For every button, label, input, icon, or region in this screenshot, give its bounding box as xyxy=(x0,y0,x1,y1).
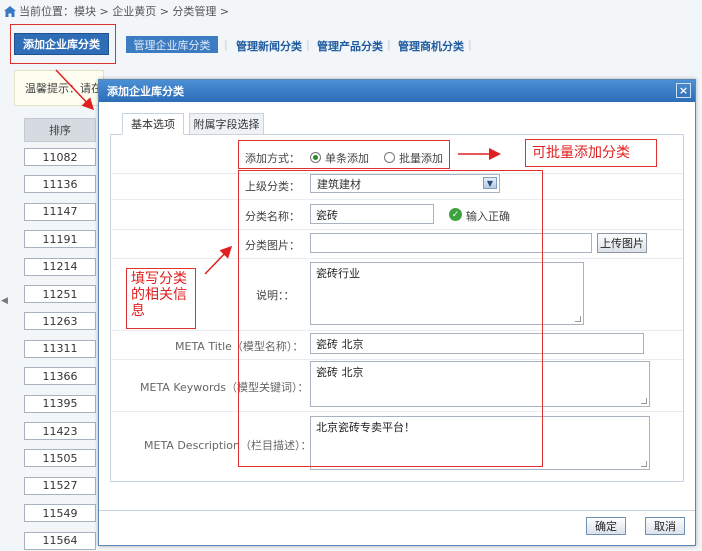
arrow-icon xyxy=(204,245,233,275)
arrow-icon xyxy=(55,69,95,111)
tab-basic-options[interactable]: 基本选项 xyxy=(122,113,184,135)
annotation-arrows xyxy=(55,69,501,275)
